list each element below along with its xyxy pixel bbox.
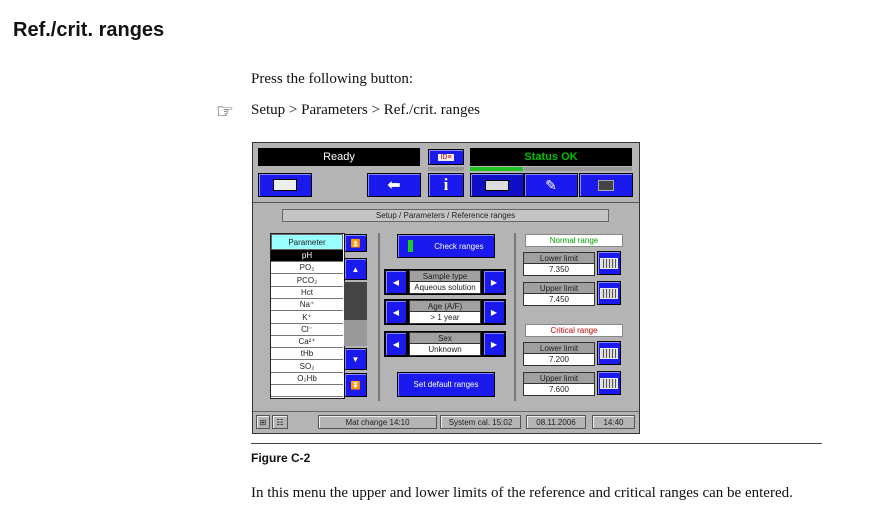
upper-limit-input[interactable]: 7.600: [523, 384, 595, 396]
network-icon[interactable]: ⊞: [256, 415, 270, 429]
selector-label: Sample type: [409, 270, 481, 282]
selector-value: Unknown: [409, 344, 481, 356]
previous-button[interactable]: ◀: [385, 332, 407, 356]
next-button[interactable]: ▶: [483, 300, 505, 324]
time-display: 14:40: [592, 415, 635, 429]
range-scale-icon: [485, 179, 509, 191]
selector-value: Aqueous solution: [409, 282, 481, 294]
keyboard-icon: [600, 347, 618, 359]
section-heading: Ref./crit. ranges: [13, 19, 165, 41]
pointing-hand-icon: ☞: [216, 101, 234, 123]
scroll-bottom-button[interactable]: ⏬: [344, 373, 367, 397]
previous-button[interactable]: ◀: [385, 270, 407, 294]
triangle-left-icon: ◀: [392, 339, 400, 349]
instruction-text: Press the following button:: [251, 71, 414, 87]
system-cal-status: System cal. 15:02: [440, 415, 521, 429]
parameter-item[interactable]: Ca²⁺: [271, 336, 343, 349]
menu-path: Setup > Parameters > Ref./crit. ranges: [251, 102, 480, 118]
folder-button[interactable]: [579, 173, 633, 197]
lower-limit-input[interactable]: 7.350: [523, 264, 595, 276]
progress-bar: [470, 167, 523, 171]
parameter-item[interactable]: [271, 385, 343, 398]
syringe-icon: ✎: [545, 176, 557, 193]
analyzer-button[interactable]: [258, 173, 312, 197]
chevron-down-icon: ▼: [351, 354, 360, 364]
check-ranges-button[interactable]: Check ranges: [397, 234, 495, 258]
mat-change-status: Mat change 14:10: [318, 415, 437, 429]
selector-2: ◀ Sex Unknown ▶: [384, 331, 506, 357]
parameter-item[interactable]: SO₂: [271, 360, 343, 373]
triangle-left-icon: ◀: [392, 277, 400, 287]
keyboard-button[interactable]: [597, 281, 621, 305]
triangle-left-icon: ◀: [392, 307, 400, 317]
upper-limit-label: Upper limit: [523, 372, 595, 384]
parameter-item[interactable]: pH: [271, 250, 343, 262]
info-icon: i: [443, 175, 449, 194]
selector-1: ◀ Age (A/F) > 1 year ▶: [384, 299, 506, 325]
parameter-item[interactable]: K⁺: [271, 311, 343, 324]
folder-icon: [598, 179, 614, 191]
keyboard-icon: [600, 287, 618, 299]
parameter-item[interactable]: PCO₂: [271, 274, 343, 287]
arrow-left-icon: ⬅: [387, 177, 401, 194]
upper-limit-label: Upper limit: [523, 282, 595, 294]
test-tube-icon: [408, 240, 414, 252]
scroll-up-button[interactable]: ▲: [344, 258, 367, 280]
lower-limit-input[interactable]: 7.200: [523, 354, 595, 366]
id-icon: ID≡: [438, 153, 454, 161]
lower-limit-label: Lower limit: [523, 342, 595, 354]
double-chevron-up-icon: ⏫: [350, 238, 361, 248]
breadcrumb: Setup / Parameters / Reference ranges: [282, 209, 609, 222]
critical-range-title: Critical range: [525, 324, 623, 337]
scrollbar-thumb[interactable]: [344, 282, 367, 320]
id-button[interactable]: ID≡: [428, 149, 464, 165]
selector-value: > 1 year: [409, 312, 481, 324]
double-chevron-down-icon: ⏬: [350, 380, 361, 390]
scroll-top-button[interactable]: ⏫: [344, 234, 367, 252]
next-button[interactable]: ▶: [483, 332, 505, 356]
keyboard-button[interactable]: [597, 251, 621, 275]
back-button[interactable]: ⬅: [367, 173, 421, 197]
normal-range-title: Normal range: [525, 234, 623, 247]
printer-icon[interactable]: ☷: [272, 415, 288, 429]
parameter-item[interactable]: Cl⁻: [271, 323, 343, 336]
device-screenshot: Ready ID≡ Status OK ⬅ i ✎ Setup / Parame…: [252, 142, 640, 434]
parameter-list: Parameter pH PO₂ PCO₂ Hct Na⁺ K⁺ Cl⁻ Ca²⁺ tHb SO₂…: [270, 233, 345, 399]
triangle-right-icon: ▶: [490, 307, 498, 317]
keyboard-button[interactable]: [597, 371, 621, 395]
selector-label: Sex: [409, 332, 481, 344]
previous-button[interactable]: ◀: [385, 300, 407, 324]
lower-limit-label: Lower limit: [523, 252, 595, 264]
parameter-item[interactable]: PO₂: [271, 262, 343, 275]
keyboard-button[interactable]: [597, 341, 621, 365]
parameter-item[interactable]: Na⁺: [271, 299, 343, 312]
next-button[interactable]: ▶: [483, 270, 505, 294]
figure-caption: Figure C-2: [251, 451, 311, 465]
parameter-header: Parameter: [271, 234, 343, 250]
ranges-button[interactable]: [470, 173, 524, 197]
selector-label: Age (A/F): [409, 300, 481, 312]
triangle-right-icon: ▶: [490, 339, 498, 349]
chevron-up-icon: ▲: [351, 264, 360, 274]
description-text: In this menu the upper and lower limits …: [251, 485, 793, 501]
status-ready: Ready: [258, 148, 420, 166]
parameter-item[interactable]: Hct: [271, 286, 343, 299]
set-default-ranges-button[interactable]: Set default ranges: [397, 372, 495, 397]
parameter-item[interactable]: O₂Hb: [271, 373, 343, 385]
syringe-button[interactable]: ✎: [524, 173, 578, 197]
keyboard-icon: [600, 377, 618, 389]
keyboard-icon: [600, 257, 618, 269]
divider: [251, 443, 822, 444]
analyzer-icon: [273, 179, 297, 191]
date-display: 08.11.2006: [526, 415, 586, 429]
info-button[interactable]: i: [428, 173, 464, 197]
upper-limit-input[interactable]: 7.450: [523, 294, 595, 306]
parameter-item[interactable]: tHb: [271, 348, 343, 361]
status-ok: Status OK: [470, 148, 632, 166]
scrollbar-track[interactable]: [344, 282, 367, 346]
scroll-down-button[interactable]: ▼: [344, 348, 367, 370]
selector-0: ◀ Sample type Aqueous solution ▶: [384, 269, 506, 295]
triangle-right-icon: ▶: [490, 277, 498, 287]
